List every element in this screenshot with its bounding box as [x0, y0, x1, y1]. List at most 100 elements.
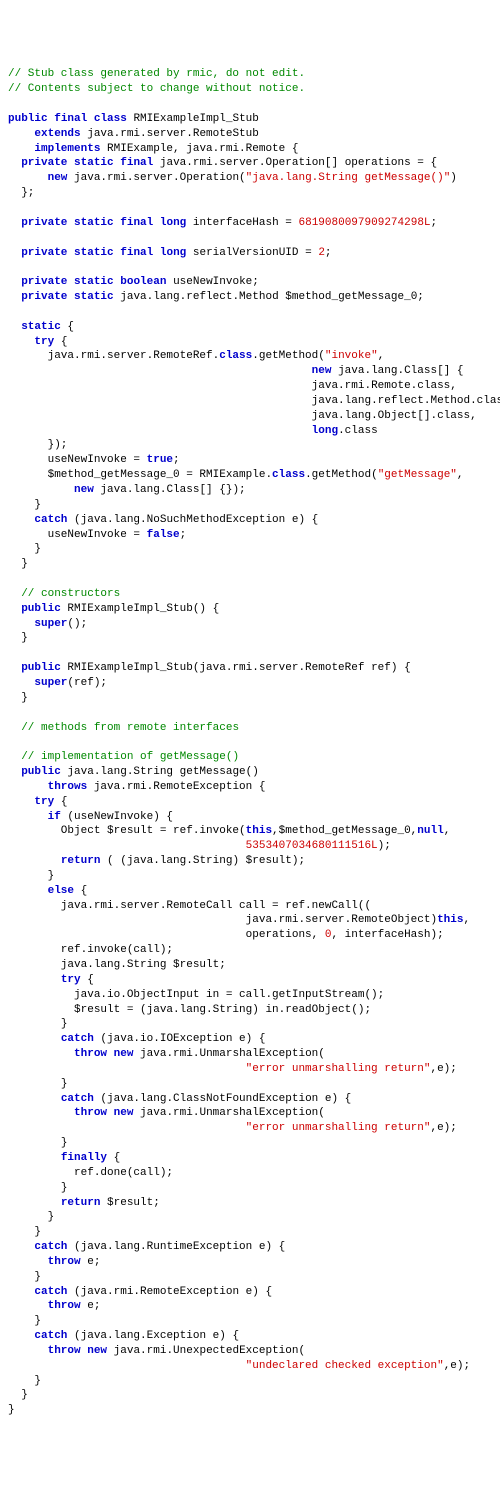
keyword: try: [34, 336, 54, 348]
keyword: else: [48, 885, 74, 897]
text: .class: [338, 425, 378, 437]
number: 6819080097909274298L: [299, 217, 431, 229]
text: java.rmi.Remote.class,: [312, 380, 457, 392]
text: }: [34, 499, 41, 511]
text: ;: [173, 454, 180, 466]
keyword: static: [74, 291, 114, 303]
text: RMIExample, java.rmi.Remote {: [100, 143, 298, 155]
keyword: new: [48, 172, 68, 184]
comment: // Stub class generated by rmic, do not …: [8, 68, 305, 80]
text: $result;: [100, 1197, 159, 1209]
keyword: true: [147, 454, 173, 466]
keyword: if: [48, 811, 61, 823]
text: RMIExampleImpl_Stub: [127, 113, 259, 125]
text: .getMethod(: [305, 469, 378, 481]
keyword: long: [160, 247, 186, 259]
text: java.lang.String getMessage(): [61, 766, 259, 778]
text: java.lang.reflect.Method $method_getMess…: [114, 291, 424, 303]
keyword: public: [21, 662, 61, 674]
keyword: long: [160, 217, 186, 229]
text: java.rmi.server.RemoteStub: [81, 128, 259, 140]
text: {: [107, 1152, 120, 1164]
number: 2: [318, 247, 325, 259]
text: e;: [81, 1300, 101, 1312]
text: $method_getMessage_0 = RMIExample.: [8, 469, 272, 481]
keyword: throws: [48, 781, 88, 793]
keyword: final: [54, 113, 87, 125]
text: java.rmi.server.RemoteRef.: [8, 350, 219, 362]
text: ref.done(call);: [8, 1167, 173, 1179]
text: (java.lang.NoSuchMethodException e) {: [67, 514, 318, 526]
text: ;: [325, 247, 332, 259]
text: }: [34, 543, 41, 555]
text: (useNewInvoke) {: [61, 811, 173, 823]
keyword: throw: [48, 1256, 81, 1268]
text: serialVersionUID =: [186, 247, 318, 259]
text: ,$method_getMessage_0,: [272, 825, 417, 837]
string: "error unmarshalling return": [246, 1063, 431, 1075]
keyword: try: [61, 974, 81, 986]
text: ,e);: [430, 1122, 456, 1134]
keyword: try: [34, 796, 54, 808]
text: }: [61, 1137, 68, 1149]
text: ,: [463, 914, 470, 926]
text: }: [34, 1375, 41, 1387]
text: }: [48, 1211, 55, 1223]
text: (java.rmi.RemoteException e) {: [67, 1286, 272, 1298]
string: "java.lang.String getMessage()": [246, 172, 451, 184]
keyword: static: [21, 321, 61, 333]
text: }: [61, 1182, 68, 1194]
text: $result = (java.lang.String) in.readObje…: [8, 1004, 371, 1016]
keyword: throw: [74, 1107, 107, 1119]
keyword: private: [21, 247, 67, 259]
keyword: throw: [48, 1345, 81, 1357]
text: e;: [81, 1256, 101, 1268]
text: ( (java.lang.String) $result);: [100, 855, 305, 867]
keyword: null: [417, 825, 443, 837]
text: java.rmi.server.Operation(: [67, 172, 245, 184]
string: "invoke": [325, 350, 378, 362]
keyword: final: [120, 217, 153, 229]
text: java.io.ObjectInput in = call.getInputSt…: [8, 989, 384, 1001]
keyword: throw: [48, 1300, 81, 1312]
comment: // implementation of getMessage(): [21, 751, 239, 763]
text: (ref);: [67, 677, 107, 689]
keyword: this: [246, 825, 272, 837]
keyword: new: [87, 1345, 107, 1357]
text: java.rmi.server.RemoteObject): [246, 914, 437, 926]
keyword: catch: [61, 1033, 94, 1045]
keyword: public: [8, 113, 48, 125]
keyword: private: [21, 217, 67, 229]
text: {: [81, 974, 94, 986]
keyword: static: [74, 217, 114, 229]
keyword: public: [21, 603, 61, 615]
text: }: [34, 1226, 41, 1238]
text: {: [54, 796, 67, 808]
text: java.rmi.server.RemoteCall call = ref.ne…: [8, 900, 371, 912]
text: (java.io.IOException e) {: [94, 1033, 266, 1045]
text: });: [48, 439, 68, 451]
text: useNewInvoke;: [166, 276, 258, 288]
keyword: this: [437, 914, 463, 926]
keyword: catch: [34, 514, 67, 526]
code-block: // Stub class generated by rmic, do not …: [8, 67, 492, 1418]
text: java.lang.String $result;: [8, 959, 226, 971]
text: java.rmi.server.Operation[] operations =…: [153, 157, 437, 169]
keyword: new: [114, 1048, 134, 1060]
keyword: final: [120, 157, 153, 169]
text: java.lang.Class[] {});: [94, 484, 246, 496]
keyword: implements: [34, 143, 100, 155]
text: java.lang.reflect.Method.class,: [312, 395, 500, 407]
string: "getMessage": [378, 469, 457, 481]
text: }: [61, 1018, 68, 1030]
text: java.lang.Class[] {: [331, 365, 463, 377]
text: java.lang.Object[].class,: [312, 410, 477, 422]
text: ;: [431, 217, 438, 229]
number: 5353407034680111516L: [246, 840, 378, 852]
keyword: finally: [61, 1152, 107, 1164]
text: (java.lang.Exception e) {: [67, 1330, 239, 1342]
keyword: static: [74, 276, 114, 288]
keyword: private: [21, 276, 67, 288]
keyword: new: [114, 1107, 134, 1119]
text: ,: [378, 350, 385, 362]
